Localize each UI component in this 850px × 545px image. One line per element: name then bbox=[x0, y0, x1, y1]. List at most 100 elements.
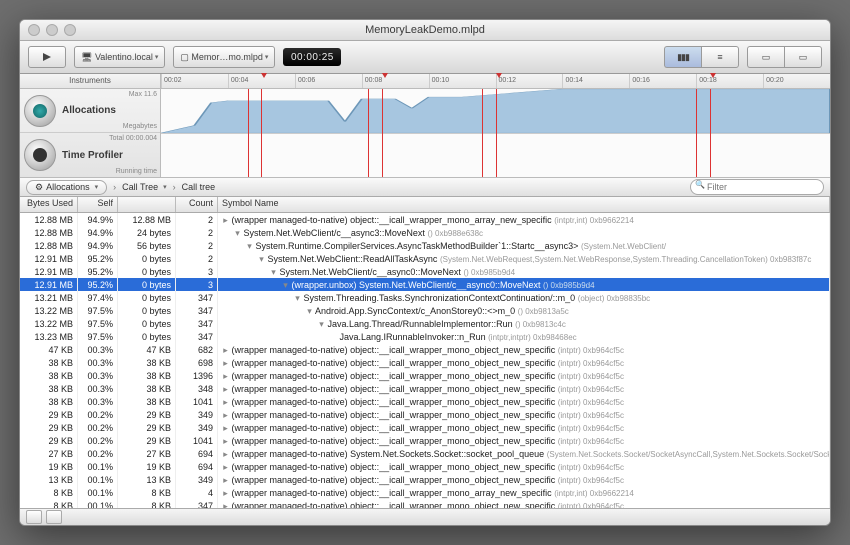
disclosure-triangle-icon[interactable] bbox=[222, 344, 229, 356]
device-icon: 🖥 bbox=[81, 52, 92, 63]
table-row[interactable]: 13 KB00.1%13 KB349 (wrapper managed-to-n… bbox=[20, 473, 830, 486]
region-marker[interactable] bbox=[261, 89, 262, 177]
disclosure-triangle-icon[interactable] bbox=[270, 266, 277, 278]
table-row[interactable]: 38 KB00.3%38 KB1396 (wrapper managed-to-… bbox=[20, 369, 830, 382]
table-row[interactable]: 12.91 MB95.2%0 bytes3 (wrapper.unbox) Sy… bbox=[20, 278, 830, 291]
region-marker[interactable] bbox=[710, 89, 711, 177]
cell-self-pct: 00.1% bbox=[78, 499, 118, 508]
track-time-profiler[interactable]: Time Profiler Total 00:00.004 Running ti… bbox=[20, 133, 160, 177]
list-icon: ≡ bbox=[717, 52, 722, 62]
table-row[interactable]: 29 KB00.2%29 KB1041 (wrapper managed-to-… bbox=[20, 434, 830, 447]
table-row[interactable]: 13.23 MB97.5%0 bytes347 Java.Lang.IRunna… bbox=[20, 330, 830, 343]
table-body[interactable]: 12.88 MB94.9%12.88 MB2 (wrapper managed-… bbox=[20, 213, 830, 508]
cell-self-bytes: 13 KB bbox=[118, 473, 176, 486]
disclosure-triangle-icon[interactable] bbox=[222, 396, 229, 408]
col-count[interactable]: Count bbox=[176, 197, 218, 212]
chevron-down-icon: ▾ bbox=[265, 53, 269, 61]
disclosure-triangle-icon[interactable] bbox=[246, 240, 253, 252]
cell-bytes: 13.21 MB bbox=[20, 291, 78, 304]
flag-marker-icon[interactable] bbox=[382, 73, 388, 78]
table-row[interactable]: 29 KB00.2%29 KB349 (wrapper managed-to-n… bbox=[20, 408, 830, 421]
record-button[interactable] bbox=[28, 46, 66, 68]
table-row[interactable]: 8 KB00.1%8 KB347 (wrapper managed-to-nat… bbox=[20, 499, 830, 508]
close-icon[interactable] bbox=[28, 24, 40, 36]
flag-marker-icon[interactable] bbox=[710, 73, 716, 78]
cell-count: 347 bbox=[176, 317, 218, 330]
disclosure-triangle-icon[interactable] bbox=[222, 448, 229, 460]
disclosure-triangle-icon[interactable] bbox=[222, 500, 229, 508]
pane-toggle-button[interactable] bbox=[26, 510, 42, 524]
region-marker[interactable] bbox=[482, 89, 483, 177]
cell-self-bytes: 12.88 MB bbox=[118, 213, 176, 226]
table-row[interactable]: 13.21 MB97.4%0 bytes347 System.Threading… bbox=[20, 291, 830, 304]
cell-bytes: 38 KB bbox=[20, 369, 78, 382]
table-row[interactable]: 38 KB00.3%38 KB348 (wrapper managed-to-n… bbox=[20, 382, 830, 395]
pane-toggle-button[interactable] bbox=[46, 510, 62, 524]
view-list-button[interactable]: ≡ bbox=[701, 46, 739, 68]
disclosure-triangle-icon[interactable] bbox=[222, 435, 229, 447]
table-row[interactable]: 12.88 MB94.9%24 bytes2 System.Net.WebCli… bbox=[20, 226, 830, 239]
timeline-ruler[interactable]: 00:0200:0400:0600:0800:1000:1200:1400:16… bbox=[161, 74, 830, 88]
disclosure-triangle-icon[interactable] bbox=[222, 422, 229, 434]
instruments-header: Instruments 00:0200:0400:0600:0800:1000:… bbox=[20, 74, 830, 89]
target-select[interactable]: ▢ Memor…mo.mlpd ▾ bbox=[173, 46, 275, 68]
table-row[interactable]: 47 KB00.3%47 KB682 (wrapper managed-to-n… bbox=[20, 343, 830, 356]
table-row[interactable]: 19 KB00.1%19 KB694 (wrapper managed-to-n… bbox=[20, 460, 830, 473]
maximize-icon[interactable] bbox=[64, 24, 76, 36]
disclosure-triangle-icon[interactable] bbox=[282, 279, 289, 291]
col-symbol[interactable]: Symbol Name bbox=[218, 197, 830, 212]
region-marker[interactable] bbox=[696, 89, 697, 177]
table-row[interactable]: 12.91 MB95.2%0 bytes3 System.Net.WebClie… bbox=[20, 265, 830, 278]
disclosure-triangle-icon[interactable] bbox=[258, 253, 265, 265]
col-self-bytes[interactable] bbox=[118, 197, 176, 212]
region-marker[interactable] bbox=[248, 89, 249, 177]
view-detail-button[interactable]: ▮▮▮ bbox=[664, 46, 701, 68]
table-row[interactable]: 13.22 MB97.5%0 bytes347 Java.Lang.Thread… bbox=[20, 317, 830, 330]
disclosure-triangle-icon[interactable] bbox=[306, 305, 313, 317]
disclosure-triangle-icon[interactable] bbox=[222, 474, 229, 486]
disclosure-triangle-icon[interactable] bbox=[318, 318, 325, 330]
table-row[interactable]: 12.91 MB95.2%0 bytes2 System.Net.WebClie… bbox=[20, 252, 830, 265]
table-row[interactable]: 12.88 MB94.9%56 bytes2 System.Runtime.Co… bbox=[20, 239, 830, 252]
track-graphs[interactable] bbox=[161, 89, 830, 177]
disclosure-triangle-icon[interactable] bbox=[294, 292, 301, 304]
cell-self-bytes: 0 bytes bbox=[118, 252, 176, 265]
disclosure-triangle-icon[interactable] bbox=[222, 370, 229, 382]
region-marker[interactable] bbox=[496, 89, 497, 177]
cell-self-pct: 00.2% bbox=[78, 447, 118, 460]
table-row[interactable]: 29 KB00.2%29 KB349 (wrapper managed-to-n… bbox=[20, 421, 830, 434]
inspector-left-button[interactable]: ▭ bbox=[747, 46, 784, 68]
disclosure-triangle-icon[interactable] bbox=[222, 383, 229, 395]
device-select[interactable]: 🖥 Valentino.local ▾ bbox=[74, 46, 165, 68]
titlebar[interactable]: MemoryLeakDemo.mlpd bbox=[20, 20, 830, 41]
minimize-icon[interactable] bbox=[46, 24, 58, 36]
table-row[interactable]: 13.22 MB97.5%0 bytes347 Android.App.Sync… bbox=[20, 304, 830, 317]
inspector-right-button[interactable]: ▭ bbox=[784, 46, 822, 68]
disclosure-triangle-icon[interactable] bbox=[222, 487, 229, 499]
disclosure-triangle-icon[interactable] bbox=[222, 409, 229, 421]
table-row[interactable]: 38 KB00.3%38 KB698 (wrapper managed-to-n… bbox=[20, 356, 830, 369]
filter-input[interactable] bbox=[690, 179, 824, 195]
flag-marker-icon[interactable] bbox=[261, 73, 267, 78]
col-self[interactable]: Self bbox=[78, 197, 118, 212]
region-marker[interactable] bbox=[368, 89, 369, 177]
ruler-tick: 00:12 bbox=[496, 74, 563, 88]
cell-count: 347 bbox=[176, 304, 218, 317]
disclosure-triangle-icon[interactable] bbox=[234, 227, 241, 239]
cell-count: 349 bbox=[176, 421, 218, 434]
track-labels: Allocations Max 11.6 Megabytes Time Prof… bbox=[20, 89, 161, 177]
disclosure-triangle-icon[interactable] bbox=[222, 357, 229, 369]
disclosure-triangle-icon[interactable] bbox=[222, 214, 229, 226]
region-marker[interactable] bbox=[382, 89, 383, 177]
flag-marker-icon[interactable] bbox=[496, 73, 502, 78]
table-row[interactable]: 27 KB00.2%27 KB694 (wrapper managed-to-n… bbox=[20, 447, 830, 460]
table-row[interactable]: 12.88 MB94.9%12.88 MB2 (wrapper managed-… bbox=[20, 213, 830, 226]
table-row[interactable]: 38 KB00.3%38 KB1041 (wrapper managed-to-… bbox=[20, 395, 830, 408]
crumb-0[interactable]: Call Tree▾ bbox=[122, 182, 167, 192]
track-allocations[interactable]: Allocations Max 11.6 Megabytes bbox=[20, 89, 160, 133]
data-source-select[interactable]: ⚙ Allocations ▾ bbox=[26, 180, 107, 195]
col-bytes[interactable]: Bytes Used bbox=[20, 197, 78, 212]
disclosure-triangle-icon[interactable] bbox=[222, 461, 229, 473]
crumb-1[interactable]: Call tree bbox=[182, 182, 216, 192]
table-row[interactable]: 8 KB00.1%8 KB4 (wrapper managed-to-nativ… bbox=[20, 486, 830, 499]
